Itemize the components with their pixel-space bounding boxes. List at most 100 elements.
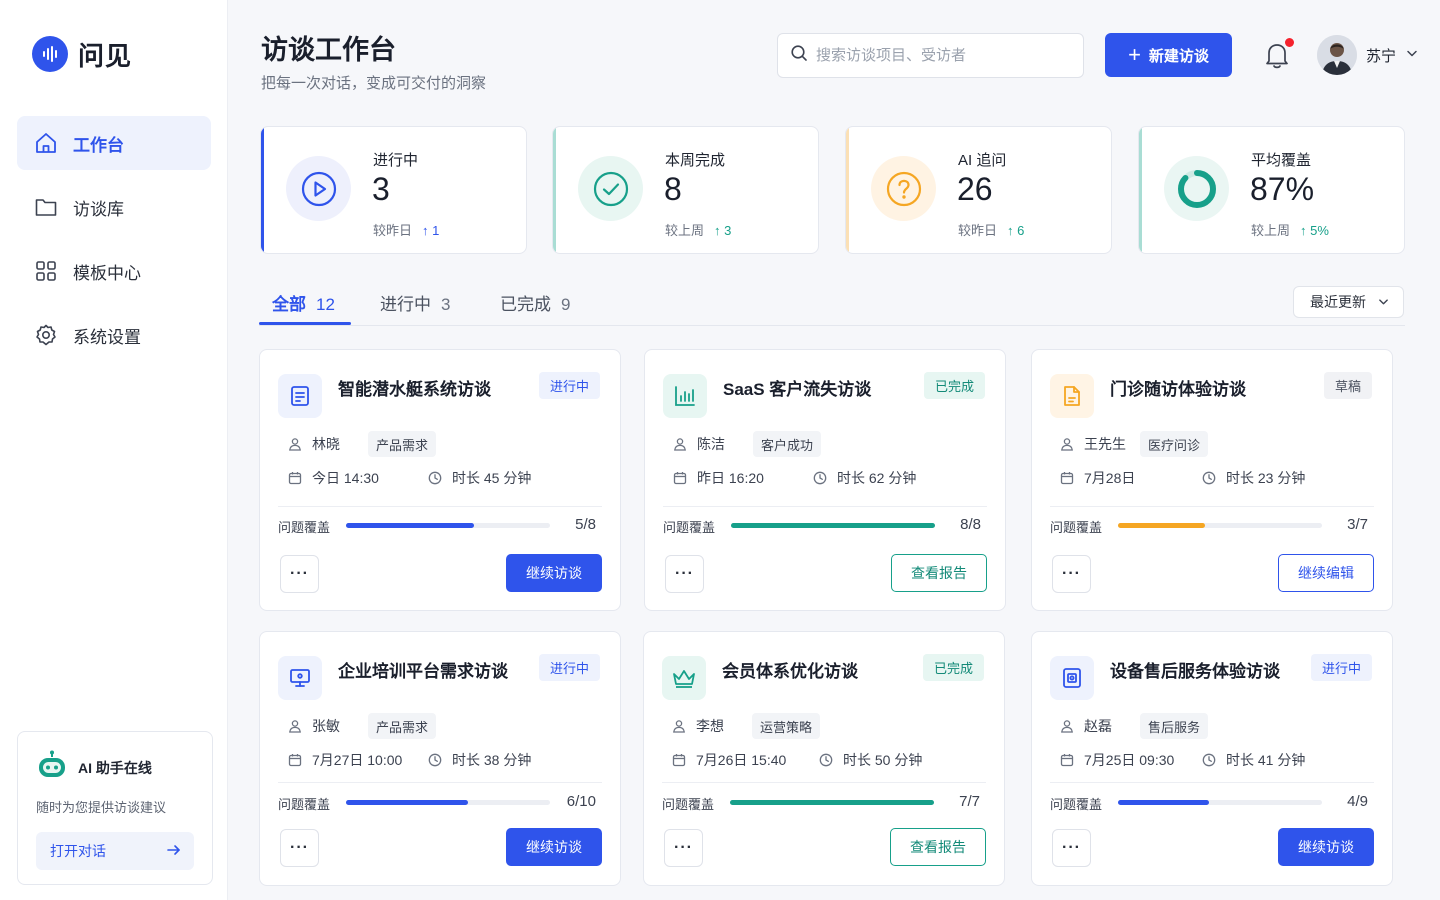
calendar-icon <box>672 753 686 767</box>
stat-label: AI 追问 <box>958 152 1007 169</box>
sort-select[interactable]: 最近更新 <box>1293 286 1404 318</box>
interview-date: 昨日 16:20 <box>697 470 764 486</box>
interview-card[interactable]: SaaS 客户流失访谈 已完成 陈洁 客户成功 昨日 16:20 时长 62 分… <box>644 349 1006 611</box>
card-action-button[interactable]: 继续访谈 <box>506 554 602 592</box>
file-icon <box>1050 374 1094 418</box>
card-action-button[interactable]: 查看报告 <box>891 554 987 592</box>
robot-icon <box>36 750 68 785</box>
interviewee-row: 李想 <box>672 716 724 736</box>
open-chat-label: 打开对话 <box>50 843 106 859</box>
user-icon <box>288 719 302 733</box>
page-subtitle: 把每一次对话，变成可交付的洞察 <box>261 75 487 92</box>
donut-icon <box>1164 156 1229 221</box>
coverage-arc <box>1177 169 1216 208</box>
status-badge: 进行中 <box>1310 654 1372 681</box>
calendar-icon <box>288 471 302 485</box>
sidebar-item-library[interactable]: 访谈库 <box>17 180 211 234</box>
duration-row: 时长 41 分钟 <box>1202 750 1305 770</box>
stat-card-ai-followup: AI 追问 26 较昨日 ↑ 6 <box>845 126 1112 254</box>
interview-card[interactable]: 企业培训平台需求访谈 进行中 张敏 产品需求 7月27日 10:00 时长 38… <box>259 631 621 886</box>
interviewee-name: 林晓 <box>312 436 340 452</box>
plus-icon: + <box>1128 42 1141 67</box>
sidebar-item-templates[interactable]: 模板中心 <box>17 244 211 298</box>
card-action-button[interactable]: 继续编辑 <box>1278 554 1374 592</box>
coverage-progress-fill <box>730 800 934 805</box>
user-icon <box>672 719 686 733</box>
stat-card-week-done: 本周完成 8 较上周 ↑ 3 <box>552 126 819 254</box>
clock-icon <box>1202 753 1216 767</box>
card-divider <box>1050 782 1374 783</box>
interview-date: 7月25日 09:30 <box>1084 752 1175 768</box>
user-menu[interactable]: 苏宁 <box>1317 35 1418 75</box>
interview-card[interactable]: 会员体系优化访谈 已完成 李想 运营策略 7月26日 15:40 时长 50 分… <box>643 631 1005 886</box>
play-icon <box>286 156 351 221</box>
filter-tabs: 全部 12 进行中 3 已完成 9 <box>259 280 1405 326</box>
more-options-button[interactable]: ··· <box>280 829 319 867</box>
clock-icon <box>819 753 833 767</box>
sidebar-item-settings[interactable]: 系统设置 <box>17 308 211 362</box>
stat-label: 平均覆盖 <box>1251 152 1312 169</box>
crown-icon <box>662 656 706 700</box>
card-title: 智能潜水艇系统访谈 <box>338 380 491 399</box>
brand[interactable]: 问见 <box>0 24 227 84</box>
more-options-button[interactable]: ··· <box>1052 555 1091 593</box>
brand-name: 问见 <box>78 40 133 71</box>
stat-accent-bar <box>846 127 849 253</box>
card-action-button[interactable]: 继续访谈 <box>506 828 602 866</box>
interviewee-row: 王先生 <box>1060 434 1126 454</box>
notification-dot <box>1285 38 1294 47</box>
main-content: 访谈工作台 把每一次对话，变成可交付的洞察 + 新建访谈 苏宁 <box>228 0 1440 900</box>
interview-card[interactable]: 智能潜水艇系统访谈 进行中 林晓 产品需求 今日 14:30 时长 45 分钟 … <box>259 349 621 611</box>
card-action-button[interactable]: 查看报告 <box>890 828 986 866</box>
category-tag: 客户成功 <box>753 431 822 457</box>
more-options-button[interactable]: ··· <box>1052 829 1091 867</box>
interview-duration: 时长 62 分钟 <box>837 470 917 486</box>
tab-completed[interactable]: 已完成 9 <box>500 290 570 315</box>
sidebar-item-label: 访谈库 <box>73 199 124 219</box>
monitor-icon <box>278 656 322 700</box>
avatar <box>1317 35 1357 75</box>
duration-row: 时长 62 分钟 <box>813 468 916 488</box>
interview-date: 7月26日 15:40 <box>696 752 787 768</box>
interview-card[interactable]: 设备售后服务体验访谈 进行中 赵磊 售后服务 7月25日 09:30 时长 41… <box>1031 631 1393 886</box>
stat-delta: 较昨日 ↑ 1 <box>373 223 440 238</box>
card-title: SaaS 客户流失访谈 <box>723 380 872 399</box>
date-row: 7月26日 15:40 <box>672 750 786 770</box>
date-row: 今日 14:30 <box>288 468 379 488</box>
card-divider <box>663 506 987 507</box>
stat-accent-bar <box>553 127 556 253</box>
interview-date: 7月28日 <box>1084 470 1136 486</box>
calendar-icon <box>673 471 687 485</box>
coverage-progress-track <box>1118 523 1322 528</box>
settings-icon <box>33 322 59 348</box>
stat-value: 3 <box>372 171 390 207</box>
more-options-button[interactable]: ··· <box>280 555 319 593</box>
chart-icon <box>663 374 707 418</box>
search-input[interactable] <box>816 47 1056 64</box>
card-title: 门诊随访体验访谈 <box>1110 380 1246 399</box>
tab-all[interactable]: 全部 12 <box>272 290 335 315</box>
document-icon <box>278 374 322 418</box>
grid-icon <box>33 258 59 284</box>
stat-delta: 较昨日 ↑ 6 <box>958 223 1025 238</box>
search-icon <box>790 44 808 67</box>
more-options-button[interactable]: ··· <box>664 829 703 867</box>
more-options-button[interactable]: ··· <box>665 555 704 593</box>
coverage-value: 5/8 <box>575 516 596 533</box>
card-action-button[interactable]: 继续访谈 <box>1278 828 1374 866</box>
new-interview-button[interactable]: + 新建访谈 <box>1105 33 1232 77</box>
coverage-value: 7/7 <box>959 793 980 810</box>
coverage-progress-fill <box>1118 800 1209 805</box>
open-chat-button[interactable]: 打开对话 <box>36 832 194 870</box>
new-interview-label: 新建访谈 <box>1148 47 1209 65</box>
tab-in-progress[interactable]: 进行中 3 <box>380 290 450 315</box>
search-box[interactable] <box>777 33 1084 78</box>
sidebar-item-workbench[interactable]: 工作台 <box>17 116 211 170</box>
status-badge: 进行中 <box>538 372 600 399</box>
card-title: 设备售后服务体验访谈 <box>1110 662 1280 681</box>
stat-accent-bar <box>1139 127 1142 253</box>
interview-card[interactable]: 门诊随访体验访谈 草稿 王先生 医疗问诊 7月28日 时长 23 分钟 问题覆盖… <box>1031 349 1393 611</box>
sort-label: 最近更新 <box>1310 294 1366 310</box>
check-icon <box>578 156 643 221</box>
category-tag: 医疗问诊 <box>1140 431 1209 457</box>
